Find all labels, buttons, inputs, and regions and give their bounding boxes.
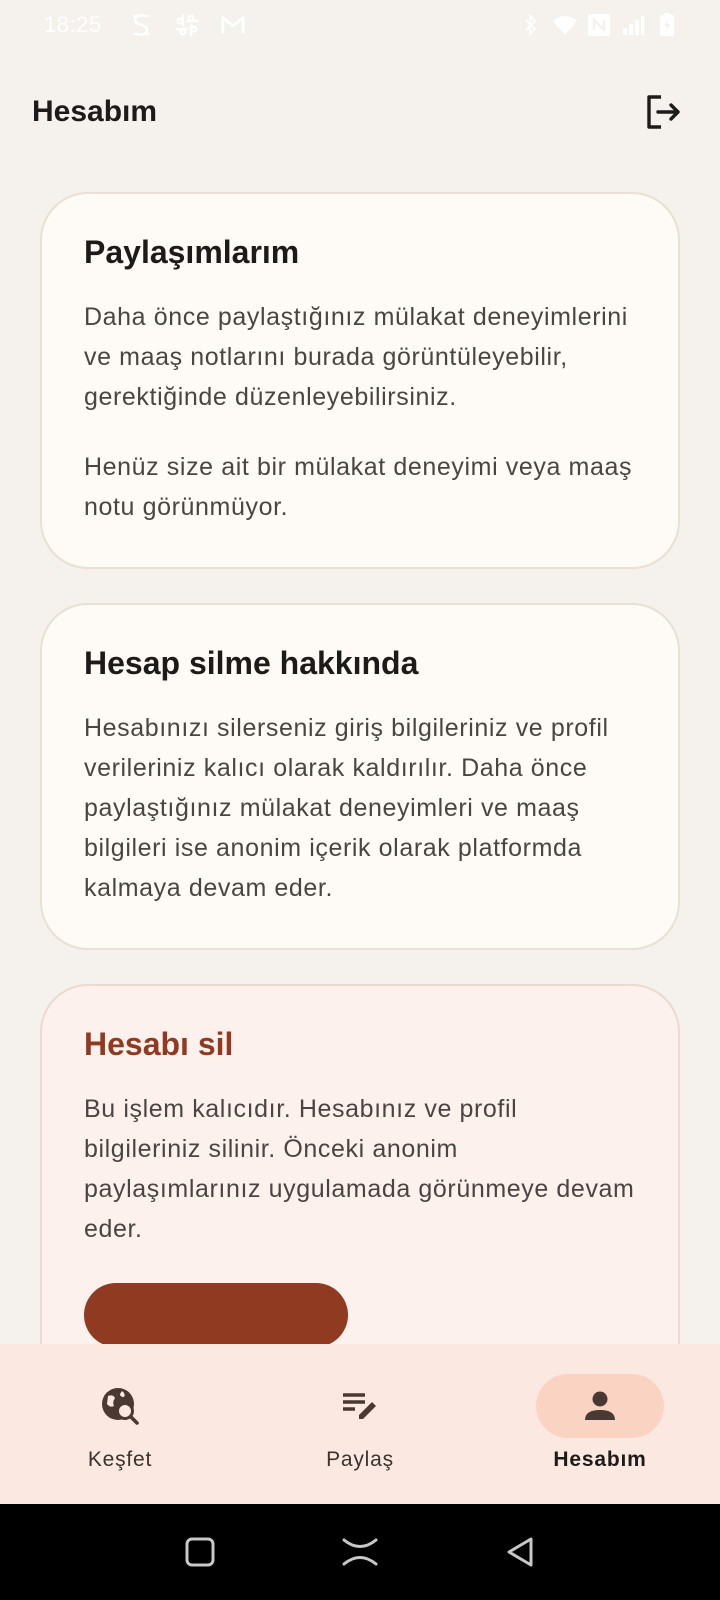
account-deletion-info-card: Hesap silme hakkında Hesabınızı silersen…	[40, 603, 680, 950]
system-navigation-bar	[0, 1504, 720, 1600]
status-time: 18:25	[44, 12, 102, 37]
wifi-icon	[552, 12, 578, 38]
page-title: Hesabım	[32, 95, 158, 128]
nav-label: Keşfet	[87, 1448, 153, 1471]
square-icon	[185, 1537, 215, 1567]
gmail-icon	[220, 12, 246, 38]
back-button[interactable]	[496, 1528, 544, 1576]
screen: 18:25 Hesabım Paylaşımlarım Daha önce pa…	[0, 0, 720, 1600]
delete-account-description: Bu işlem kalıcıdır. Hesabınız ve profil …	[84, 1095, 635, 1243]
nav-icon-container	[296, 1374, 424, 1438]
delete-account-button[interactable]	[84, 1283, 348, 1347]
nav-icon-container	[56, 1374, 184, 1438]
content: Paylaşımlarım Daha önce paylaştığınız mü…	[40, 192, 680, 1463]
nav-item-hesabim[interactable]: Hesabım	[500, 1374, 700, 1472]
account-deletion-info-title: Hesap silme hakkında	[84, 645, 419, 681]
logout-button[interactable]	[640, 88, 688, 136]
nfc-icon	[586, 12, 612, 38]
account-deletion-info-description: Hesabınızı silerseniz giriş bilgileriniz…	[84, 714, 609, 902]
back-triangle-icon	[507, 1537, 533, 1567]
signal-icon	[620, 12, 646, 38]
slack-icon	[174, 12, 200, 38]
nav-label: Hesabım	[553, 1448, 647, 1471]
top-app-bar: Hesabım	[0, 80, 720, 144]
status-bar: 18:25	[0, 0, 720, 50]
my-shares-card: Paylaşımlarım Daha önce paylaştığınız mü…	[40, 192, 680, 569]
notification-icons	[128, 12, 246, 38]
home-button[interactable]	[336, 1528, 384, 1576]
nav-item-paylas[interactable]: Paylaş	[260, 1374, 460, 1472]
nav-item-kesfet[interactable]: Keşfet	[20, 1374, 220, 1472]
travel-explore-icon	[102, 1388, 139, 1425]
my-shares-empty-state: Henüz size ait bir mülakat deneyimi veya…	[84, 453, 633, 521]
delete-account-title: Hesabı sil	[84, 1026, 234, 1062]
my-shares-description: Daha önce paylaştığınız mülakat deneyiml…	[84, 303, 628, 411]
nav-active-indicator	[536, 1374, 664, 1438]
bluetooth-icon	[518, 12, 544, 38]
battery-icon	[654, 12, 680, 38]
system-status-icons	[518, 12, 680, 38]
nav-label: Paylaş	[326, 1448, 394, 1471]
logout-icon	[647, 95, 680, 129]
edit-note-icon	[343, 1393, 376, 1419]
home-gesture-icon	[342, 1538, 378, 1566]
person-icon	[585, 1391, 615, 1420]
s-app-icon	[128, 12, 154, 38]
recents-button[interactable]	[176, 1528, 224, 1576]
my-shares-title: Paylaşımlarım	[84, 234, 300, 270]
bottom-navigation: Keşfet Paylaş Hesabım	[0, 1344, 720, 1504]
